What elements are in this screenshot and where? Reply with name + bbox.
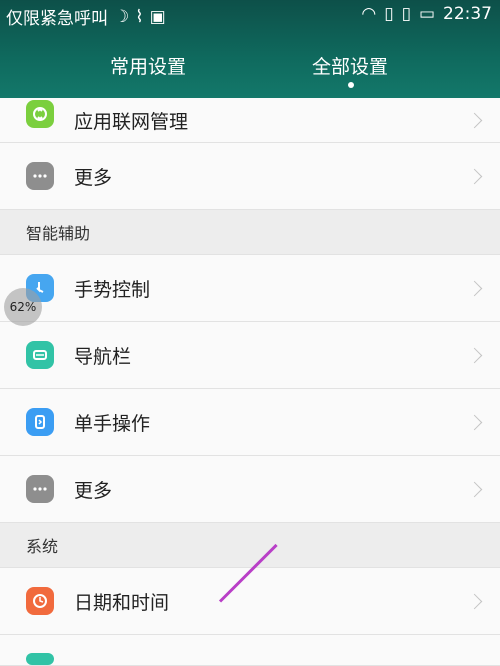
active-tab-indicator <box>348 82 354 88</box>
chevron-right-icon <box>466 168 483 184</box>
image-icon: ▣ <box>149 6 166 27</box>
chevron-right-icon <box>466 481 483 497</box>
list-row-more[interactable]: 更多 <box>0 143 500 210</box>
floating-percent: 62% <box>9 300 37 314</box>
sim-icon: ▯ <box>384 4 394 24</box>
header: 仅限紧急呼叫 ☽ ⌇ ▣ ◠ ▯ ▯ ▭ 22:37 常用设置 全部设置 <box>0 0 500 98</box>
floating-memory-ball[interactable]: 62% <box>4 288 42 326</box>
tab-common-settings[interactable]: 常用设置 <box>110 52 186 79</box>
list-row-more-smart[interactable]: 更多 <box>0 456 500 523</box>
wifi-hotspot-icon: ⌇ <box>135 6 144 27</box>
network-app-icon <box>26 100 54 128</box>
navbar-icon <box>26 341 54 369</box>
list-row-label: 手势控制 <box>74 278 151 301</box>
battery-icon: ▭ <box>418 4 435 24</box>
more-icon <box>26 162 54 190</box>
status-bar: 仅限紧急呼叫 ☽ ⌇ ▣ ◠ ▯ ▯ ▭ 22:37 <box>0 0 500 32</box>
list-row-label: 更多 <box>74 166 113 189</box>
chevron-right-icon <box>466 112 483 128</box>
list-row-date-time[interactable]: 日期和时间 <box>0 568 500 635</box>
list-row-one-hand[interactable]: 单手操作 <box>0 389 500 456</box>
tab-all-settings[interactable]: 全部设置 <box>312 52 388 79</box>
tab-bar: 常用设置 全部设置 <box>0 44 500 94</box>
chevron-right-icon <box>466 280 483 296</box>
section-header-system: 系统 <box>0 523 500 568</box>
wifi-icon: ◠ <box>361 4 377 24</box>
carrier-text: 仅限紧急呼叫 <box>6 9 108 29</box>
list-row-navigation-bar[interactable]: 导航栏 <box>0 322 500 389</box>
chevron-right-icon <box>466 593 483 609</box>
clock-icon <box>26 587 54 615</box>
list-row-gesture-control[interactable]: 手势控制 <box>0 255 500 322</box>
chevron-right-icon <box>466 347 483 363</box>
settings-list: 应用联网管理 更多 智能辅助 手势控制 导航栏 单手操作 更多 系统 日期和时间 <box>0 98 500 666</box>
list-row-label: 日期和时间 <box>74 591 170 614</box>
moon-icon: ☽ <box>114 6 130 27</box>
partial-icon <box>26 653 54 665</box>
one-hand-icon <box>26 408 54 436</box>
list-row-network-management[interactable]: 应用联网管理 <box>0 98 500 143</box>
status-time: 22:37 <box>443 4 492 24</box>
list-row-partial[interactable] <box>0 635 500 666</box>
list-row-label: 应用联网管理 <box>74 110 189 133</box>
more-icon <box>26 475 54 503</box>
sim2-icon: ▯ <box>401 4 411 24</box>
list-row-label: 导航栏 <box>74 345 132 368</box>
list-row-label: 更多 <box>74 479 113 502</box>
section-header-smart-assist: 智能辅助 <box>0 210 500 255</box>
list-row-label: 单手操作 <box>74 412 151 435</box>
chevron-right-icon <box>466 414 483 430</box>
